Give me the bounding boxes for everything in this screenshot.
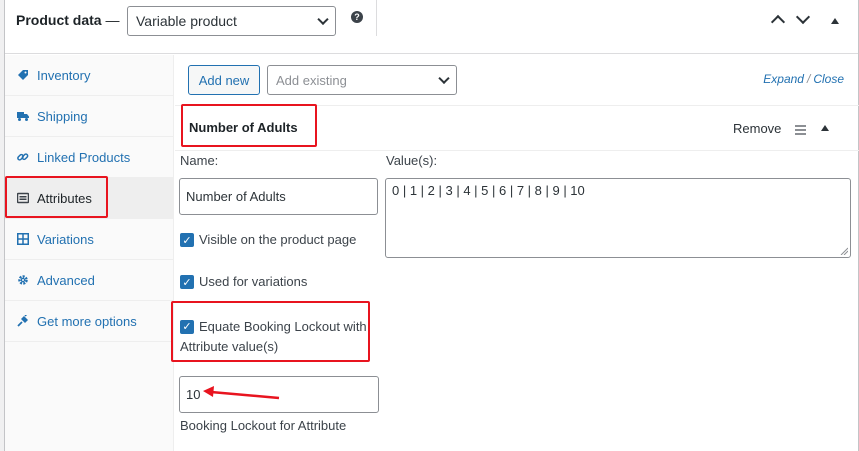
name-label: Name: [180,153,219,168]
sidebar-item-label: Attributes [37,190,92,206]
help-icon[interactable]: ? [351,11,363,23]
sidebar-item-linked-products[interactable]: Linked Products [5,137,173,178]
link-separator: / [806,72,811,86]
tag-icon [17,69,29,81]
resize-grip-icon[interactable] [840,247,848,255]
remove-attribute-link[interactable]: Remove [733,121,781,136]
add-new-button[interactable]: Add new [188,65,260,95]
chevron-down-icon [317,13,329,26]
product-data-header: Product data — Variable product ? [5,0,858,54]
sidebar-item-label: Inventory [37,67,91,83]
visible-on-product-page-checkbox[interactable]: ✓ Visible on the product page [180,232,356,247]
equate-label-line-2: Attribute value(s) [180,339,279,354]
attribute-values-text: 0 | 1 | 2 | 3 | 4 | 5 | 6 | 7 | 8 | 9 | … [392,183,585,198]
panel-title: Product data — [16,12,119,28]
close-link[interactable]: Close [813,72,844,86]
product-type-value: Variable product [136,13,237,29]
sidebar-item-label: Variations [37,231,94,247]
attributes-toolbar: Add new Add existing Expand / Close [175,55,859,106]
sidebar-item-get-more-options[interactable]: Get more options [5,301,173,342]
checkmark-icon: ✓ [180,275,194,289]
link-icon [17,151,29,163]
panel-title-text: Product data [16,12,102,28]
booking-lockout-label: Booking Lockout for Attribute [180,418,347,433]
grid-icon [17,233,29,245]
move-up-icon[interactable] [770,14,786,30]
sidebar-item-label: Linked Products [37,149,131,165]
plugin-icon [17,315,29,327]
checkmark-icon: ✓ [180,233,194,247]
attribute-header[interactable]: Number of Adults Remove [175,106,859,151]
equate-booking-lockout-checkbox[interactable]: ✓ Equate Booking Lockout with [180,317,367,337]
attribute-name-input[interactable]: Number of Adults [179,178,378,215]
expand-link[interactable]: Expand [763,72,804,86]
annotation-arrow-icon [203,386,280,400]
checkmark-icon: ✓ [180,320,194,334]
sidebar-item-label: Advanced [37,272,95,288]
add-existing-placeholder: Add existing [276,72,347,88]
attribute-title: Number of Adults [189,120,298,135]
sidebar-item-label: Get more options [37,313,137,329]
variations-label: Used for variations [199,274,308,289]
product-data-panel: Product data — Variable product ? Invent… [4,0,859,451]
add-existing-select[interactable]: Add existing [267,65,457,95]
drag-handle-icon[interactable] [795,125,806,137]
header-divider [376,0,377,36]
sidebar-item-attributes[interactable]: Attributes [5,178,173,219]
product-data-tabs: Inventory Shipping Linked Products Attri… [5,55,174,451]
gear-icon [17,274,29,286]
equate-label-line-1: Equate Booking Lockout with [199,319,367,334]
sidebar-item-inventory[interactable]: Inventory [5,55,173,96]
used-for-variations-checkbox[interactable]: ✓ Used for variations [180,274,307,289]
sidebar-item-shipping[interactable]: Shipping [5,96,173,137]
attributes-icon [17,192,29,204]
values-label: Value(s): [386,153,438,168]
sidebar-item-variations[interactable]: Variations [5,219,173,260]
truck-icon [17,110,29,122]
sidebar-item-label: Shipping [37,108,88,124]
visible-label: Visible on the product page [199,232,357,247]
move-down-icon[interactable] [795,9,811,25]
collapse-panel-icon[interactable] [831,18,839,24]
collapse-attribute-icon[interactable] [821,125,829,131]
sidebar-item-advanced[interactable]: Advanced [5,260,173,301]
chevron-down-icon [438,72,450,85]
attribute-values-textarea[interactable]: 0 | 1 | 2 | 3 | 4 | 5 | 6 | 7 | 8 | 9 | … [385,178,851,258]
title-dash: — [101,12,120,28]
expand-close-links: Expand / Close [763,72,844,86]
product-type-select[interactable]: Variable product [127,6,336,36]
